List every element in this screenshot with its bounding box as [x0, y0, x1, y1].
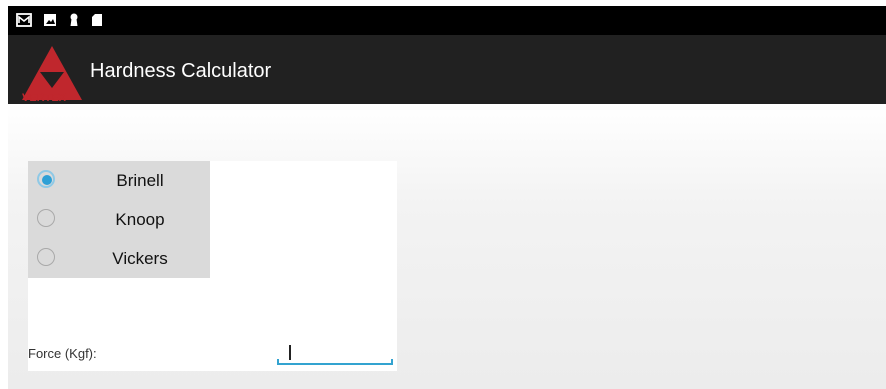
action-bar: VERTEX Hardness Calculator — [8, 35, 886, 104]
calculator-panel: Brinell Knoop Vickers Force (Kgf): — [28, 161, 397, 371]
radio-selected-dot — [42, 175, 52, 185]
radio-label-knoop: Knoop — [115, 210, 165, 229]
force-label: Force (Kgf): — [28, 346, 97, 361]
radio-option-vickers[interactable]: Vickers — [28, 239, 210, 278]
radio-label-vickers: Vickers — [112, 249, 168, 268]
radio-button-vickers[interactable] — [37, 248, 55, 266]
status-bar — [8, 6, 886, 35]
force-input[interactable] — [277, 343, 393, 365]
text-cursor — [289, 345, 291, 360]
input-underline-tick-right — [391, 359, 393, 365]
vertex-logo: VERTEX — [22, 46, 82, 104]
input-underline-tick-left — [277, 359, 279, 365]
keyhole-icon — [70, 13, 78, 26]
app-screen: VERTEX Hardness Calculator Brinell Knoop… — [8, 6, 886, 389]
input-underline — [277, 363, 393, 365]
logo-text: VERTEX — [22, 92, 67, 104]
hardness-type-radio-group: Brinell Knoop Vickers — [28, 161, 210, 278]
image-icon — [44, 14, 56, 26]
sd-card-icon — [92, 14, 102, 26]
radio-label-brinell: Brinell — [116, 171, 164, 190]
radio-option-knoop[interactable]: Knoop — [28, 200, 210, 239]
radio-button-brinell[interactable] — [37, 170, 55, 188]
app-title: Hardness Calculator — [90, 60, 272, 82]
radio-button-knoop[interactable] — [37, 209, 55, 227]
mail-icon — [16, 13, 32, 27]
radio-option-brinell[interactable]: Brinell — [28, 161, 210, 200]
